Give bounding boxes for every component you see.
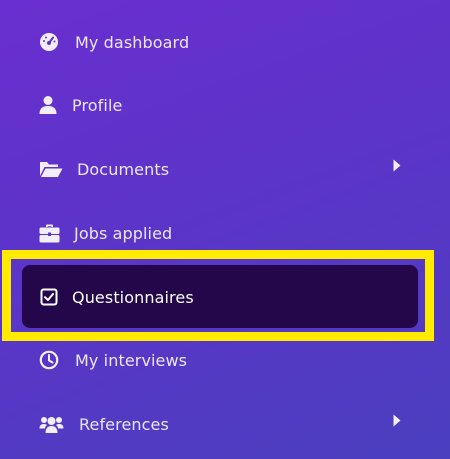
briefcase-icon xyxy=(38,222,60,244)
sidebar-item-label: Documents xyxy=(77,159,170,179)
sidebar-item-documents[interactable]: Documents xyxy=(0,141,450,197)
user-icon xyxy=(37,94,59,116)
sidebar-item-label: My dashboard xyxy=(75,32,190,52)
sidebar-item-label: References xyxy=(79,414,169,434)
sidebar-item-my-dashboard[interactable]: My dashboard xyxy=(0,14,450,70)
sidebar-item-questionnaires[interactable]: Questionnaires xyxy=(0,269,450,325)
chevron-right-icon[interactable] xyxy=(393,157,403,172)
sidebar-item-profile[interactable]: Profile xyxy=(0,77,450,133)
sidebar-nav: My dashboard Profile Documents Jobs appl… xyxy=(0,0,450,459)
sidebar-item-references[interactable]: References xyxy=(0,396,450,452)
sidebar-item-label: Jobs applied xyxy=(74,223,173,243)
users-group-icon xyxy=(38,413,64,435)
sidebar-item-label: Questionnaires xyxy=(72,287,194,307)
dashboard-gauge-icon xyxy=(38,31,60,53)
folder-open-icon xyxy=(38,158,64,180)
sidebar-item-my-interviews[interactable]: My interviews xyxy=(0,332,450,388)
sidebar-item-label: My interviews xyxy=(75,350,188,370)
sidebar-item-label: Profile xyxy=(72,95,123,115)
clock-icon xyxy=(38,349,60,371)
chevron-right-icon[interactable] xyxy=(393,412,403,427)
checkbox-icon xyxy=(38,286,60,308)
